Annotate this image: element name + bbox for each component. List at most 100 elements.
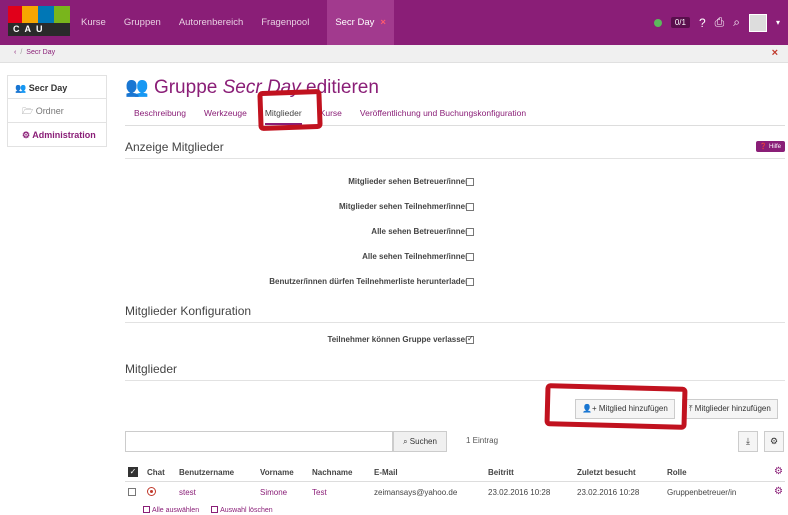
online-counter[interactable]: 0/1 (670, 17, 690, 28)
firstname-link[interactable]: Simone (260, 488, 287, 497)
back-icon[interactable]: ‹ (14, 49, 16, 56)
role-cell: Gruppenbetreuer/in (667, 488, 737, 497)
gears-icon[interactable]: ⚙ (774, 466, 783, 477)
entries-count: 1 Eintrag (466, 436, 499, 445)
option-label: Alle sehen Teilnehmer/innen (362, 252, 470, 261)
clear-selection-label: Auswahl löschen (220, 507, 273, 514)
option-row: Mitglieder sehen Teilnehmer/innen (125, 202, 525, 216)
sidebar-item-secr-day[interactable]: 👥 Secr Day (7, 75, 107, 99)
sidebar: 👥 Secr Day 🗁 Ordner ⚙ Administration (7, 75, 107, 147)
annotation-highlight-button (544, 383, 688, 430)
column-header[interactable]: Rolle (667, 468, 687, 477)
column-header[interactable]: Nachname (312, 468, 352, 477)
add-members-label: Mitglieder hinzufügen (694, 404, 771, 413)
nav-item-autorenbereich[interactable]: Autorenbereich (179, 0, 243, 45)
chat-status-icon[interactable] (147, 487, 156, 496)
gears-icon[interactable]: ⚙ (774, 486, 783, 497)
title-prefix: Gruppe (153, 77, 218, 98)
online-status-icon (653, 18, 662, 27)
sidebar-item-administration[interactable]: ⚙ Administration (7, 123, 107, 147)
upload-icon: ⤒ (689, 404, 693, 413)
logo-text: CAU (8, 23, 70, 36)
column-header[interactable]: Chat (147, 468, 165, 477)
column-header[interactable]: E-Mail (374, 468, 398, 477)
group-icon: 👥 (125, 77, 149, 98)
annotation-highlight-tab (257, 88, 323, 132)
help-button[interactable]: ❓ Hilfe (755, 141, 785, 152)
add-members-button[interactable]: ⤒ Mitglieder hinzufügen (682, 399, 778, 419)
tab-beschreibung[interactable]: Beschreibung (134, 104, 186, 125)
search-input[interactable] (125, 431, 393, 452)
tab-werkzeuge[interactable]: Werkzeuge (204, 104, 247, 125)
option-checkbox[interactable] (466, 203, 474, 211)
table-footer: Alle auswählen Auswahl löschen (143, 506, 273, 514)
help-label: Hilfe (768, 144, 781, 150)
breadcrumb-item[interactable]: Secr Day (26, 49, 55, 56)
option-checkbox[interactable] (466, 228, 474, 236)
nav-item-secr-day[interactable]: Secr Day × (327, 0, 394, 45)
print-icon[interactable]: ⎙ (715, 15, 725, 30)
option-row: Alle sehen Betreuer/innen (125, 227, 525, 241)
email-cell: zeimansays@yahoo.de (374, 488, 458, 497)
nav-item-gruppen[interactable]: Gruppen (124, 0, 161, 45)
option-label: Mitglieder sehen Teilnehmer/innen (339, 202, 470, 211)
settings-button[interactable]: ⚙ (764, 431, 784, 452)
download-button[interactable]: ⤓ (738, 431, 758, 452)
select-all-link[interactable]: Alle auswählen (143, 506, 199, 514)
select-all-checkbox[interactable]: ✓ (128, 467, 138, 477)
option-row: Mitglieder sehen Betreuer/innen (125, 177, 525, 191)
checkbox-icon (143, 506, 150, 513)
option-checkbox[interactable] (466, 334, 474, 344)
checkbox-icon (211, 506, 219, 513)
page-title: 👥 Gruppe Secr Day editieren (125, 75, 379, 99)
sidebar-item-label: Administration (32, 130, 96, 140)
tab-veroeffentlichung[interactable]: Veröffentlichung und Buchungskonfigurati… (360, 104, 526, 125)
breadcrumb: ‹ / Secr Day (14, 49, 56, 56)
option-row: Benutzer/innen dürfen Teilnehmerliste he… (125, 277, 525, 291)
column-header[interactable]: Vorname (260, 468, 294, 477)
folder-icon: 🗁 (22, 106, 34, 116)
search-label: Suchen (409, 437, 437, 446)
top-right-tools: 0/1 ? ⎙ ⌕ ▾ (653, 0, 780, 45)
main-nav: Kurse Gruppen Autorenbereich Fragenpool … (81, 0, 412, 45)
nav-item-kurse[interactable]: Kurse (81, 0, 106, 45)
row-checkbox[interactable] (128, 488, 136, 496)
search-button[interactable]: ⌕ Suchen (393, 431, 447, 452)
joined-cell: 23.02.2016 10:28 (488, 488, 551, 497)
sidebar-item-ordner[interactable]: 🗁 Ordner (7, 99, 107, 123)
column-header[interactable]: Zuletzt besucht (577, 468, 636, 477)
gears-icon: ⚙ (22, 130, 31, 140)
tab-kurse[interactable]: Kurse (320, 104, 342, 125)
section-members-heading: Mitglieder (125, 362, 785, 381)
close-icon[interactable]: × (772, 47, 778, 59)
option-checkbox[interactable] (466, 278, 474, 286)
members-table: ✓ Chat Benutzername Vorname Nachname E-M… (125, 462, 785, 502)
select-all-label: Alle auswählen (152, 507, 200, 514)
section-display-heading: Anzeige Mitglieder (125, 140, 785, 159)
avatar[interactable] (748, 13, 767, 32)
search-icon[interactable]: ⌕ (733, 15, 740, 30)
table-header: ✓ Chat Benutzername Vorname Nachname E-M… (125, 462, 785, 482)
option-checkbox[interactable] (466, 253, 474, 261)
column-header[interactable]: Benutzername (179, 468, 234, 477)
clear-selection-link[interactable]: Auswahl löschen (211, 506, 273, 514)
section-config-heading: Mitglieder Konfiguration (125, 304, 785, 323)
tab-bar: Beschreibung Werkzeuge Mitglieder Kurse … (125, 104, 785, 126)
option-row: Alle sehen Teilnehmer/innen (125, 252, 525, 266)
option-checkbox[interactable] (466, 178, 474, 186)
gear-icon: ⚙ (769, 436, 779, 446)
cau-logo[interactable]: CAU (8, 6, 70, 36)
breadcrumb-bar: ‹ / Secr Day × (0, 45, 788, 63)
lastname-link[interactable]: Test (312, 488, 327, 497)
username-link[interactable]: stest (179, 488, 196, 497)
close-icon[interactable]: × (380, 17, 386, 28)
column-header[interactable]: Beitritt (488, 468, 514, 477)
help-icon[interactable]: ? (699, 16, 706, 30)
sidebar-item-label: Secr Day (28, 83, 68, 93)
table-row: stest Simone Test zeimansays@yahoo.de 23… (125, 482, 785, 502)
nav-item-fragenpool[interactable]: Fragenpool (261, 0, 309, 45)
nav-active-label: Secr Day (335, 17, 375, 28)
chevron-down-icon[interactable]: ▾ (776, 18, 780, 27)
option-label: Benutzer/innen dürfen Teilnehmerliste he… (269, 277, 470, 286)
download-icon: ⤓ (746, 436, 750, 446)
